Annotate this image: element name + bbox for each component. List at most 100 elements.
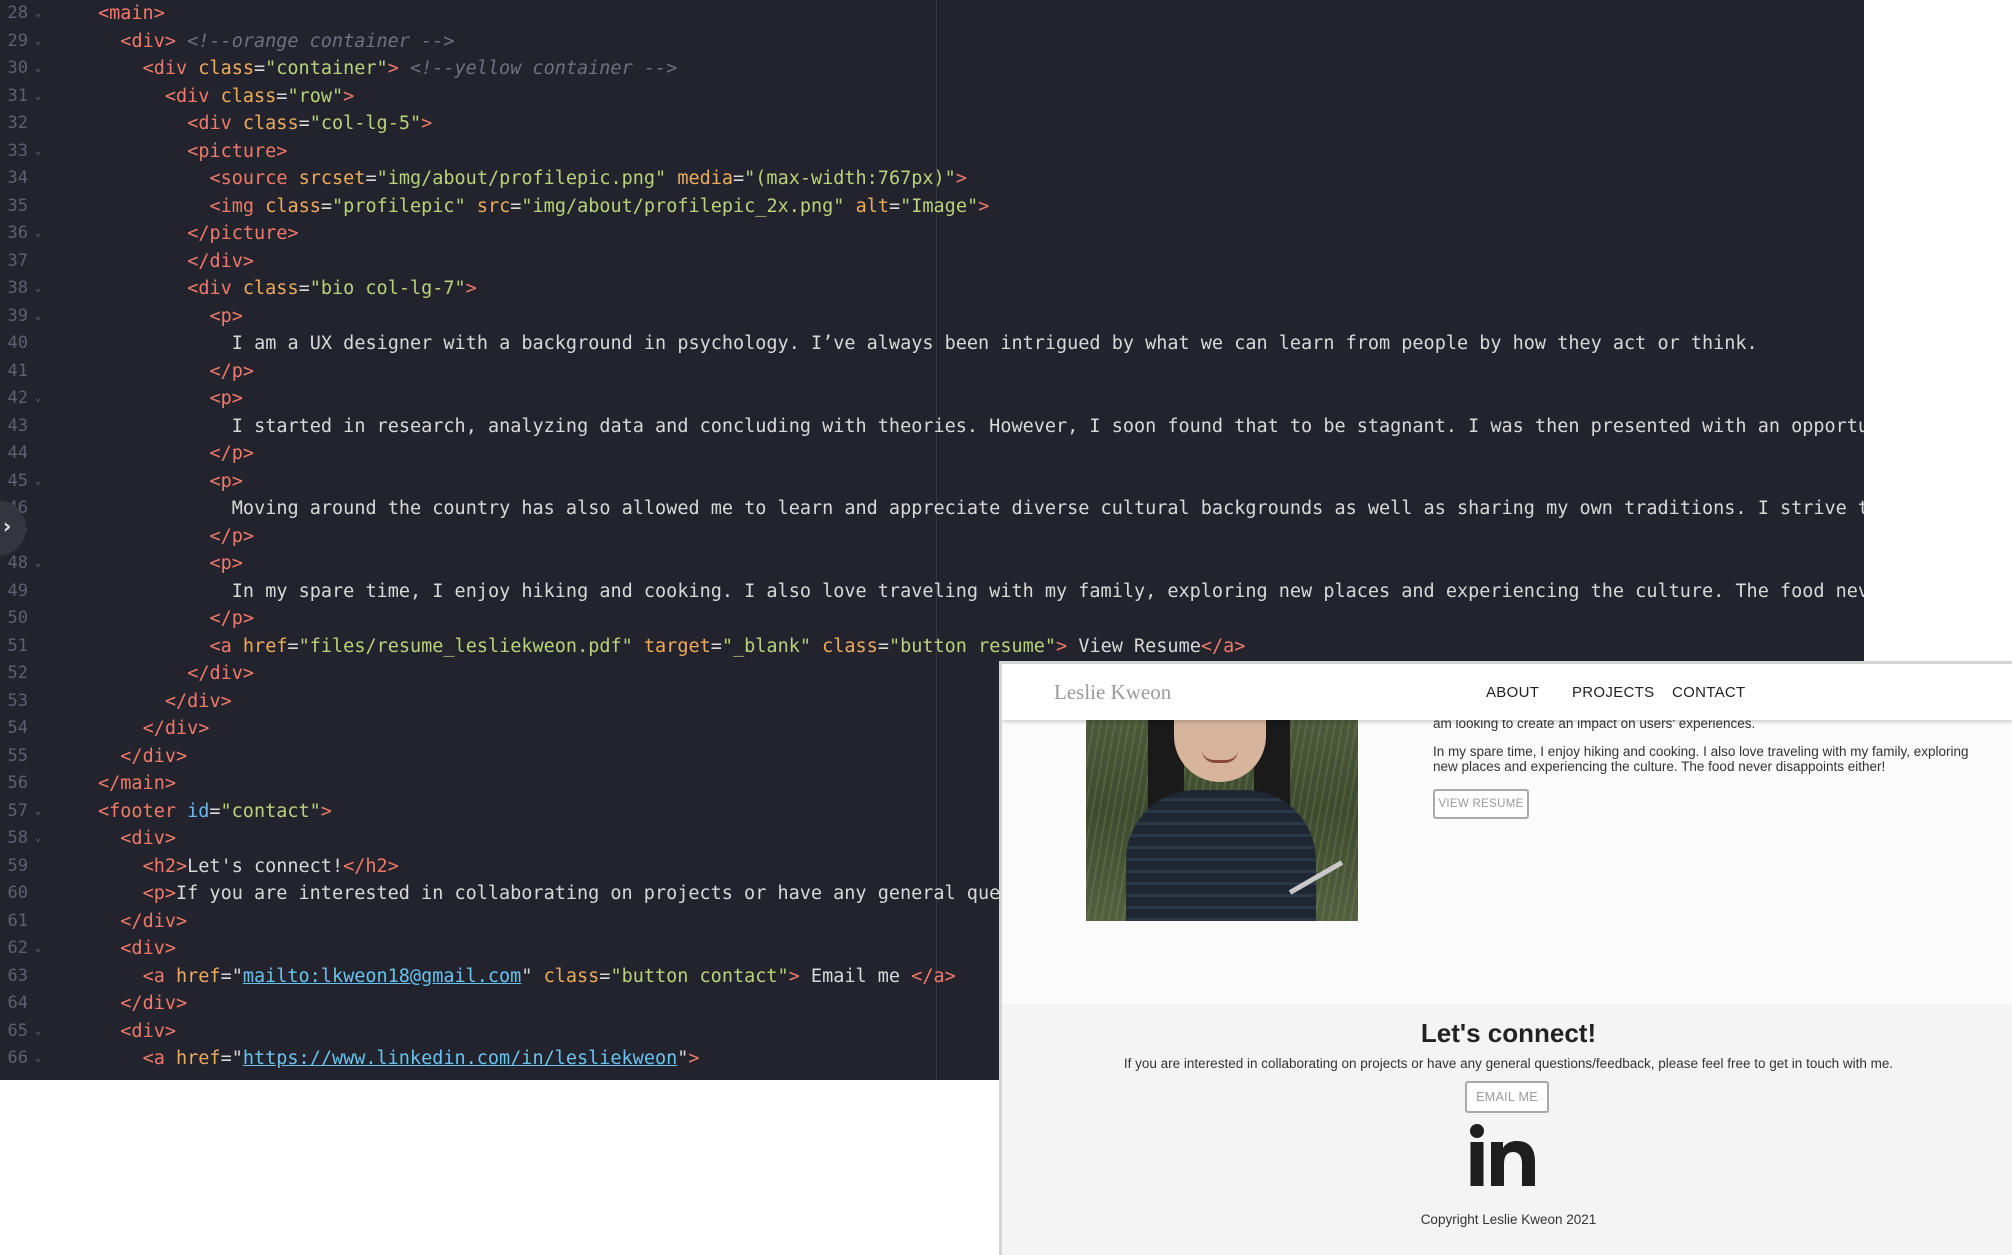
nav-link-about[interactable]: ABOUT xyxy=(1486,684,1539,701)
code-token: "contact" xyxy=(220,800,321,822)
code-line[interactable]: 33 ⌄ <picture> xyxy=(0,138,1864,166)
code-line[interactable]: 42 ⌄ <p> xyxy=(0,385,1864,413)
chevron-down-icon[interactable]: ⌄ xyxy=(35,825,41,853)
code-token: <footer xyxy=(98,800,176,822)
code-line[interactable]: 48 ⌄ <p> xyxy=(0,550,1864,578)
code-line[interactable]: 37 </div> xyxy=(0,248,1864,276)
line-number: 41 xyxy=(7,360,28,381)
profile-photo xyxy=(1086,720,1358,921)
view-resume-button[interactable]: VIEW RESUME xyxy=(1433,789,1529,819)
code-line[interactable]: 47</p> xyxy=(0,523,1864,551)
code-token: "img/about/profilepic_2x.png" xyxy=(521,195,845,217)
code-token: "button contact" xyxy=(610,965,789,987)
code-token: <p> xyxy=(209,470,243,492)
code-line[interactable]: 43 I started in research, analyzing data … xyxy=(0,413,1864,441)
line-number: 37 xyxy=(7,250,28,271)
code-text: </div> xyxy=(187,248,254,276)
chevron-down-icon[interactable]: ⌄ xyxy=(35,1018,41,1046)
code-line[interactable]: 31 ⌄ <div class="row"> xyxy=(0,83,1864,111)
code-token: "_blank" xyxy=(721,635,811,657)
chevron-down-icon[interactable]: ⌄ xyxy=(35,138,41,166)
chevron-down-icon[interactable]: ⌄ xyxy=(35,468,41,496)
code-token: > xyxy=(164,30,176,52)
code-line[interactable]: 38 ⌄ <div class="bio col-lg-7"> xyxy=(0,275,1864,303)
line-number: 65 xyxy=(7,1020,28,1041)
nav-link-projects[interactable]: PROJECTS xyxy=(1572,684,1654,701)
code-text: <div class="bio col-lg-7"> xyxy=(187,275,477,303)
chevron-down-icon[interactable]: ⌄ xyxy=(35,83,41,111)
email-me-button[interactable]: EMAIL ME xyxy=(1465,1081,1549,1113)
code-token: < xyxy=(98,3,110,24)
line-number: 34 xyxy=(7,168,28,188)
line-number: 40 xyxy=(7,333,28,353)
code-token: <source xyxy=(209,168,288,189)
code-text: <picture> xyxy=(187,138,287,166)
line-number: 62 xyxy=(7,938,28,958)
code-token: <p> xyxy=(209,305,243,327)
chevron-down-icon[interactable]: ⌄ xyxy=(35,798,41,826)
code-token: "col-lg-5" xyxy=(309,113,422,134)
code-line[interactable]: 29 ⌄ <div> <!--orange container --> xyxy=(0,28,1864,56)
code-line[interactable]: 49 In my spare time, I enjoy hiking and c… xyxy=(0,578,1864,606)
code-token: </div> xyxy=(187,663,255,684)
code-token: class xyxy=(220,85,277,107)
code-line[interactable]: 36 ⌄ </picture> xyxy=(0,220,1864,248)
code-token: = xyxy=(365,168,377,189)
site-brand[interactable]: Leslie Kweon xyxy=(1054,680,1171,705)
code-line[interactable]: 50 </p> xyxy=(0,605,1864,633)
nav-link-contact[interactable]: CONTACT xyxy=(1672,684,1745,701)
code-token: src xyxy=(476,195,511,217)
code-line[interactable]: 32 <div class="col-lg-5"> xyxy=(0,110,1864,138)
line-number: 32 xyxy=(7,113,28,133)
code-text: <div class="col-lg-5"> xyxy=(187,110,432,138)
code-text: <p>If you are interested in collaboratin… xyxy=(143,880,1012,908)
chevron-down-icon[interactable]: ⌄ xyxy=(35,275,41,303)
chevron-down-icon[interactable]: ⌄ xyxy=(35,220,41,248)
code-line[interactable]: 35 <img class="profilepic" src="img/about… xyxy=(0,193,1864,221)
code-token: = xyxy=(320,195,333,217)
code-token: > xyxy=(387,58,399,79)
code-text: </p> xyxy=(210,523,255,551)
code-token: "files/resume_lesliekweon.pdf" xyxy=(298,635,633,657)
code-token: = xyxy=(877,635,889,657)
code-token: = xyxy=(510,195,522,217)
chevron-down-icon[interactable]: ⌄ xyxy=(35,550,41,578)
chevron-down-icon[interactable]: ⌄ xyxy=(35,1045,41,1073)
code-token: <!--yellow container --> xyxy=(409,58,678,79)
linkedin-icon[interactable] xyxy=(1469,1123,1541,1187)
code-token: </div> xyxy=(164,690,232,712)
code-token: </p> xyxy=(209,443,255,464)
code-token: = xyxy=(733,168,745,189)
code-line[interactable]: 46Moving around the country has also all… xyxy=(0,495,1864,523)
code-token: class xyxy=(543,965,600,987)
chevron-down-icon[interactable]: ⌄ xyxy=(35,303,41,331)
chevron-down-icon[interactable]: ⌄ xyxy=(35,935,41,963)
code-token: <!--orange container --> xyxy=(187,30,455,52)
code-token: <div xyxy=(164,85,210,107)
code-line[interactable]: 51 <a href="files/resume_lesliekweon.pdf"… xyxy=(0,633,1864,661)
chevron-down-icon[interactable]: ⌄ xyxy=(35,28,41,56)
chevron-down-icon[interactable]: ⌄ xyxy=(35,385,41,413)
code-text: <div> xyxy=(120,1018,176,1046)
code-token: <a xyxy=(142,1048,165,1069)
code-line[interactable]: 41 </p> xyxy=(0,358,1864,386)
browser-preview[interactable]: Leslie Kweon ABOUT PROJECTS CONTACT am l… xyxy=(999,661,2012,1255)
line-number: 52 xyxy=(7,663,28,683)
code-line[interactable]: 30 ⌄ <div class="container"> <!--yellow co… xyxy=(0,55,1864,83)
code-line[interactable]: 45 ⌄ <p> xyxy=(0,468,1864,496)
chevron-down-icon[interactable]: ⌄ xyxy=(35,0,41,28)
chevron-down-icon[interactable]: ⌄ xyxy=(35,55,41,83)
code-token: </a> xyxy=(1200,635,1246,657)
code-line[interactable]: 28 ⌄ <main> xyxy=(0,0,1864,28)
code-text: <a href="files/resume_lesliekweon.pdf" t… xyxy=(210,633,1246,661)
code-token: </p> xyxy=(209,525,255,547)
code-line[interactable]: 44 </p> xyxy=(0,440,1864,468)
code-line[interactable]: 39 ⌄ <p> xyxy=(0,303,1864,331)
code-text: <a href="https://www.linkedin.com/in/les… xyxy=(143,1045,700,1073)
code-line[interactable]: 40 I am a UX designer with a background i… xyxy=(0,330,1864,358)
code-line[interactable]: 34 <source srcset="img/about/profilepic.p… xyxy=(0,165,1864,193)
code-text: <div> <!--orange container --> xyxy=(120,28,454,56)
code-text: </p> xyxy=(210,605,255,633)
